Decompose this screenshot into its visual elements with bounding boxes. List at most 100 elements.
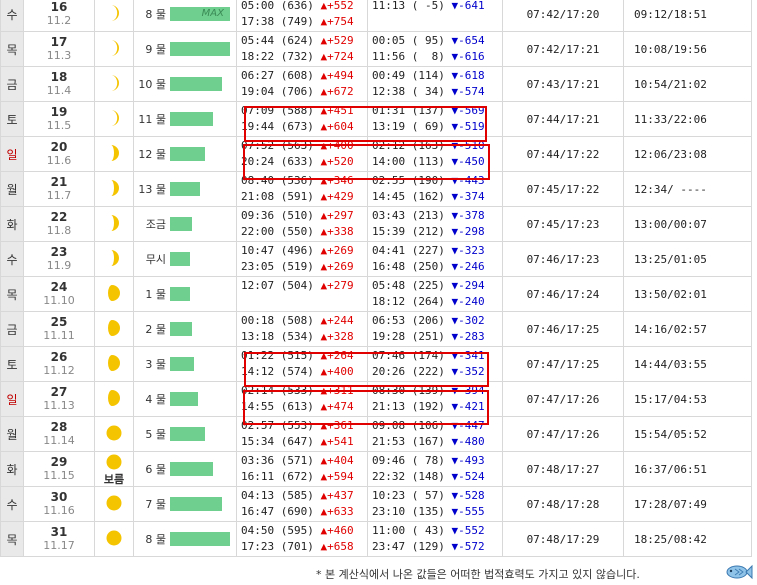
low-tide-cell: 03:43 (213) ▼-378 15:39 (212) ▼-298	[367, 206, 503, 242]
high-tide-cell: 10:47 (496) ▲+269 23:05 (519) ▲+269	[236, 241, 368, 277]
tide-age-cell: 8 물	[133, 521, 237, 557]
weekday: 수	[6, 252, 18, 267]
weekday-cell: 목	[0, 276, 24, 312]
moonrise-moonset-cell: 14:44/03:55	[623, 346, 752, 382]
low-tide-time: 02:12 (163)	[372, 139, 445, 152]
sunrise-sunset-cell: 07:43/17:21	[502, 66, 624, 102]
low-tide-time: 13:19 ( 69)	[372, 120, 445, 133]
high-tide-time: 20:24 (633)	[241, 155, 314, 168]
table-row: 목 24 11.10 1 물 12:07 (504) ▲+279 05:48 (225)…	[0, 276, 752, 312]
weekday-cell: 수	[0, 0, 24, 32]
low-tide-2: 15:39 (212) ▼-298	[372, 224, 502, 240]
solar-day: 28	[50, 420, 68, 434]
tide-age: 8 물	[145, 8, 166, 21]
moonrise-moonset-cell: 14:16/02:57	[623, 311, 752, 347]
low-tide-time: 10:23 ( 57)	[372, 489, 445, 502]
high-tide-1: 08:40 (536) ▲+346	[241, 173, 367, 189]
weekday: 월	[6, 182, 18, 197]
high-tide-time: 02:14 (533)	[241, 384, 314, 397]
moon-cell	[94, 31, 134, 67]
high-tide-time: 01:22 (515)	[241, 349, 314, 362]
moonrise-moonset: 13:50/02:01	[634, 287, 707, 301]
moon-phase-icon	[106, 389, 122, 410]
moon-phase-icon	[105, 424, 123, 445]
low-tide-delta: ▼-298	[451, 225, 485, 238]
high-tide-cell: 05:00 (636) ▲+552 17:38 (749) ▲+754	[236, 0, 368, 32]
table-row: 화 29 11.15 보름 6 물 03:36 (571) ▲+404 16:11 (672…	[0, 451, 752, 487]
high-tide-delta: ▲+400	[320, 365, 354, 378]
low-tide-cell: 11:00 ( 43) ▼-552 23:47 (129) ▼-572	[367, 521, 503, 557]
low-tide-1: 00:05 ( 95) ▼-654	[372, 33, 502, 49]
high-tide-1: 02:14 (533) ▲+311	[241, 383, 367, 399]
high-tide-2	[241, 294, 367, 310]
weekday-cell: 일	[0, 381, 24, 417]
high-tide-delta: ▲+672	[320, 85, 354, 98]
high-tide-time: 08:40 (536)	[241, 174, 314, 187]
low-tide-2: 21:13 (192) ▼-421	[372, 399, 502, 415]
tide-table-body: 수 16 11.2 8 물 MAX 05:00 (636) ▲+552 17:38 (749…	[0, 0, 752, 557]
date-cell: 19 11.5	[23, 101, 95, 137]
low-tide-delta: ▼-246	[451, 260, 485, 273]
high-tide-1: 06:27 (608) ▲+494	[241, 68, 367, 84]
low-tide-delta: ▼-574	[451, 85, 485, 98]
high-tide-2: 19:04 (706) ▲+672	[241, 84, 367, 100]
low-tide-delta: ▼-450	[451, 155, 485, 168]
tide-age-cell: 8 물 MAX	[133, 0, 237, 32]
weekday-cell: 토	[0, 346, 24, 382]
moon-phase-icon	[106, 319, 122, 340]
moon-cell	[94, 206, 134, 242]
weekday-cell: 금	[0, 66, 24, 102]
lunar-date: 11.7	[46, 189, 72, 202]
low-tide-2: 16:48 (250) ▼-246	[372, 259, 502, 275]
low-tide-2	[372, 14, 502, 30]
low-tide-1: 05:48 (225) ▼-294	[372, 278, 502, 294]
sunrise-sunset: 07:43/17:21	[526, 77, 600, 91]
low-tide-delta: ▼-510	[451, 139, 485, 152]
moonrise-moonset: 13:25/01:05	[634, 252, 707, 266]
moonrise-moonset-cell: 13:50/02:01	[623, 276, 752, 312]
high-tide-2: 16:11 (672) ▲+594	[241, 469, 367, 485]
moonrise-moonset: 10:08/19:56	[634, 42, 707, 56]
weekday: 목	[6, 42, 18, 57]
low-tide-cell: 11:13 ( -5) ▼-641	[367, 0, 503, 32]
moonrise-moonset: 12:06/23:08	[634, 147, 707, 161]
high-tide-1: 07:09 (588) ▲+451	[241, 103, 367, 119]
low-tide-1: 04:41 (227) ▼-323	[372, 243, 502, 259]
low-tide-time: 21:13 (192)	[372, 400, 445, 413]
weekday-cell: 월	[0, 416, 24, 452]
high-tide-cell: 02:57 (553) ▲+361 15:34 (647) ▲+541	[236, 416, 368, 452]
high-tide-delta: ▲+552	[320, 0, 354, 12]
low-tide-delta: ▼-240	[451, 295, 485, 308]
low-tide-time: 03:43 (213)	[372, 209, 445, 222]
high-tide-time: 16:47 (690)	[241, 505, 314, 518]
low-tide-delta: ▼-352	[451, 365, 485, 378]
low-tide-1: 02:55 (190) ▼-443	[372, 173, 502, 189]
moonrise-moonset-cell: 13:25/01:05	[623, 241, 752, 277]
high-tide-delta: ▲+604	[320, 120, 354, 133]
high-tide-delta: ▲+494	[320, 69, 354, 82]
moon-phase-icon	[107, 39, 121, 60]
low-tide-2: 23:47 (129) ▼-572	[372, 539, 502, 555]
high-tide-time: 06:27 (608)	[241, 69, 314, 82]
moonrise-moonset-cell: 15:54/05:52	[623, 416, 752, 452]
weekday: 수	[6, 7, 18, 22]
lunar-date: 11.6	[46, 154, 72, 167]
low-tide-time: 06:53 (206)	[372, 314, 445, 327]
sunrise-sunset: 07:46/17:23	[526, 252, 600, 266]
sunrise-sunset: 07:48/17:29	[526, 532, 600, 546]
moon-phase-icon	[107, 109, 121, 130]
sunrise-sunset-cell: 07:46/17:24	[502, 276, 624, 312]
low-tide-cell: 00:05 ( 95) ▼-654 11:56 ( 8) ▼-616	[367, 31, 503, 67]
high-tide-2: 23:05 (519) ▲+269	[241, 259, 367, 275]
low-tide-time: 15:39 (212)	[372, 225, 445, 238]
low-tide-time: 00:05 ( 95)	[372, 34, 445, 47]
high-tide-1: 03:36 (571) ▲+404	[241, 453, 367, 469]
moon-cell	[94, 311, 134, 347]
moon-phase-icon	[107, 4, 121, 25]
low-tide-delta: ▼-421	[451, 400, 485, 413]
high-tide-delta: ▲+346	[320, 174, 354, 187]
moonrise-moonset-cell: 15:17/04:53	[623, 381, 752, 417]
low-tide-time: 23:47 (129)	[372, 540, 445, 553]
high-tide-time: 17:23 (701)	[241, 540, 314, 553]
lunar-date: 11.9	[46, 259, 72, 272]
